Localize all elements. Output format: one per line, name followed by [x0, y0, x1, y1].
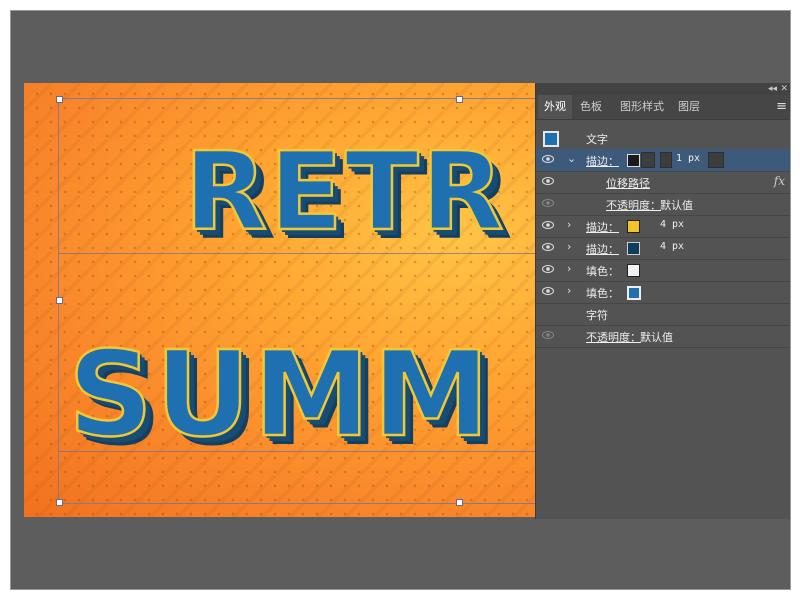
collapse-icon[interactable]: ◂◂: [768, 83, 777, 95]
fill-color-swatch[interactable]: [627, 264, 640, 277]
eye-icon[interactable]: [542, 330, 554, 340]
stroke-color-swatch[interactable]: [627, 220, 640, 233]
panel-title-bar: ◂◂ ✕: [536, 83, 790, 95]
stroke-row-1[interactable]: ⌄ 描边： 1 px: [536, 149, 790, 172]
opacity-label[interactable]: 不透明度：: [586, 329, 641, 345]
fill-label[interactable]: 填色：: [586, 263, 619, 279]
chevron-right-icon[interactable]: ›: [567, 262, 571, 275]
tab-graphic-styles[interactable]: 图形样式: [614, 95, 670, 119]
fill-row-1[interactable]: › 填色：: [536, 259, 790, 282]
stroke-color-swatch[interactable]: [627, 154, 640, 167]
bbox-handle-middle-left[interactable]: [56, 297, 63, 304]
eye-icon[interactable]: [542, 220, 554, 230]
bbox-handle-top-left[interactable]: [56, 96, 63, 103]
effect-label[interactable]: 位移路径: [606, 175, 650, 191]
bbox-handle-bottom-left[interactable]: [56, 499, 63, 506]
stroke-width-dropdown[interactable]: [708, 152, 724, 168]
selection-bounding-box[interactable]: [58, 98, 560, 504]
stroke-label[interactable]: 描边：: [586, 153, 619, 169]
fill-row-2[interactable]: › 填色：: [536, 281, 790, 304]
appearance-panel: ◂◂ ✕ 外观 色板 图形样式 图层 ≡ 文字 ⌄ 描边： 1 px 位移路径 …: [535, 83, 790, 519]
object-thumbnail: [543, 131, 559, 147]
panel-menu-icon[interactable]: ≡: [776, 99, 787, 114]
fill-color-swatch[interactable]: [627, 286, 641, 300]
opacity-row-nested[interactable]: 不透明度： 默认值: [536, 193, 790, 216]
fx-icon[interactable]: fx: [774, 174, 785, 188]
tab-swatches[interactable]: 色板: [574, 95, 608, 119]
stroke-color-dropdown[interactable]: [641, 152, 655, 168]
eye-icon[interactable]: [542, 198, 554, 208]
bbox-handle-bottom-center[interactable]: [456, 499, 463, 506]
opacity-value: 默认值: [640, 331, 673, 344]
eye-icon[interactable]: [542, 286, 554, 296]
stroke-label[interactable]: 描边：: [586, 219, 619, 235]
chevron-right-icon[interactable]: ›: [567, 240, 571, 253]
workspace: RETR SUMM ◂◂ ✕ 外观 色板 图形样式 图层 ≡ 文字 ⌄ 描边： …: [10, 10, 791, 590]
eye-icon[interactable]: [542, 264, 554, 274]
object-label: 文字: [586, 133, 608, 146]
characters-row[interactable]: 字符: [536, 303, 790, 326]
stroke-width-value[interactable]: 1 px: [676, 153, 700, 164]
chevron-right-icon[interactable]: ›: [567, 218, 571, 231]
chevron-down-icon[interactable]: ⌄: [567, 152, 576, 165]
opacity-value: 默认值: [660, 199, 693, 212]
opacity-label[interactable]: 不透明度：: [606, 197, 661, 213]
stroke-width-value: 4 px: [660, 219, 685, 230]
eye-icon[interactable]: [542, 154, 554, 164]
tab-layers[interactable]: 图层: [672, 95, 706, 119]
stroke-row-3[interactable]: › 描边： 4 px: [536, 237, 790, 260]
characters-label: 字符: [586, 309, 608, 322]
bbox-handle-top-center[interactable]: [456, 96, 463, 103]
chevron-right-icon[interactable]: ›: [567, 284, 571, 297]
close-icon[interactable]: ✕: [780, 83, 788, 95]
panel-tabs: 外观 色板 图形样式 图层 ≡: [536, 95, 790, 120]
opacity-row[interactable]: 不透明度： 默认值: [536, 325, 790, 348]
tab-appearance[interactable]: 外观: [538, 95, 572, 119]
stroke-width-value: 4 px: [660, 241, 685, 252]
stroke-width-stepper[interactable]: [660, 152, 672, 168]
baseline-guide-2: [58, 451, 535, 452]
eye-icon[interactable]: [542, 176, 554, 186]
stroke-label[interactable]: 描边：: [586, 241, 619, 257]
stroke-color-swatch[interactable]: [627, 242, 640, 255]
fill-label[interactable]: 填色：: [586, 285, 619, 301]
stroke-row-2[interactable]: › 描边： 4 px: [536, 215, 790, 238]
effect-row-offset-path[interactable]: 位移路径 fx: [536, 171, 790, 194]
object-row[interactable]: 文字: [536, 127, 790, 150]
baseline-guide: [58, 253, 535, 254]
eye-icon[interactable]: [542, 242, 554, 252]
